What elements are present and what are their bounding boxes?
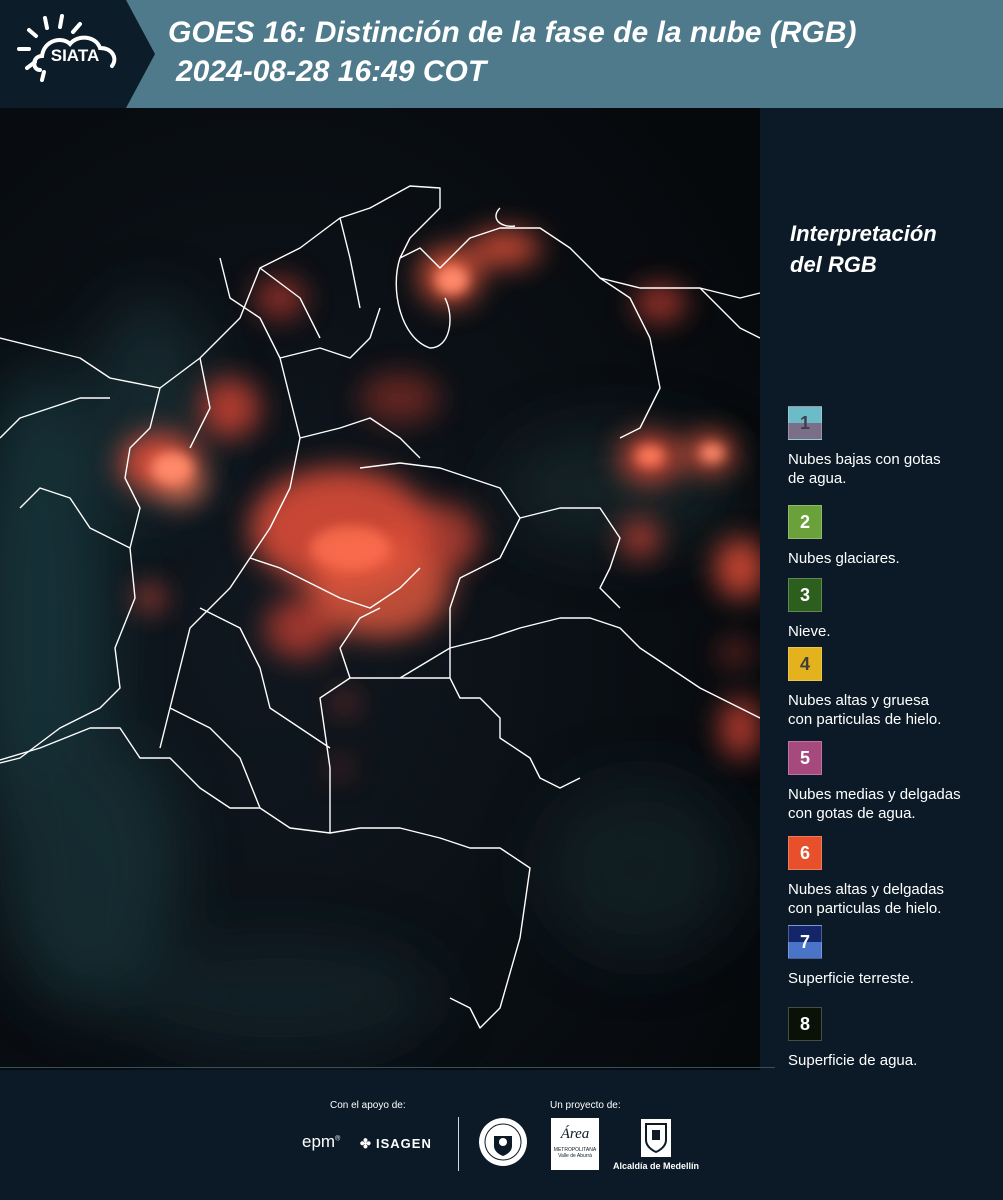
legend-swatch-number: 5 (799, 747, 810, 768)
project-label: Un proyecto de: (550, 1100, 621, 1111)
footer-separator (458, 1117, 459, 1171)
alcaldia-label: Alcaldía de Medellín (613, 1161, 700, 1171)
legend-item-label: Nubes bajas con gotas de agua. (788, 451, 941, 487)
legend-item-label: Nubes altas y delgadas con particulas de… (788, 881, 944, 917)
legend-swatch: 4 (788, 647, 822, 681)
legend-swatch-number: 8 (799, 1013, 810, 1034)
legend-item-label: Superficie de agua. (788, 1052, 918, 1069)
legend-item-8: 8 Superficie de agua. (788, 1007, 998, 1070)
legend-item-3: 3 Nieve. (788, 578, 998, 641)
legend-swatch: 8 (788, 1007, 822, 1041)
header-bar: SIATA GOES 16: Distinción de la fase de … (0, 0, 1003, 108)
legend-item-5: 5 Nubes medias y delgadas con gotas de ag… (788, 741, 998, 823)
legend-item-label: Superficie terreste. (788, 970, 914, 987)
siata-logo: SIATA (0, 0, 155, 108)
legend-title-line2: del RGB (790, 252, 877, 277)
isagen-mark-icon: ✤ (360, 1136, 371, 1151)
legend-item-label: Nubes glaciares. (788, 550, 900, 567)
legend-item-2: 2 Nubes glaciares. (788, 505, 998, 568)
footer-divider-line (0, 1067, 775, 1068)
page-title: GOES 16: Distinción de la fase de la nub… (168, 16, 857, 49)
legend-swatch-number: 1 (799, 412, 810, 433)
legend-swatch: 7 (788, 925, 822, 959)
logo-text: SIATA (51, 46, 99, 65)
footer: Con el apoyo de: Un proyecto de: epm® ✤ I… (0, 1067, 1003, 1200)
legend-swatch-number: 4 (799, 653, 810, 674)
legend-swatch: 6 (788, 836, 822, 870)
legend-swatch-number: 6 (799, 842, 810, 863)
isagen-logo: ✤ ISAGEN (360, 1136, 432, 1151)
legend-item-7: 7 Superficie terreste. (788, 925, 998, 988)
legend-swatch: 5 (788, 741, 822, 775)
legend-swatch-number: 7 (799, 931, 810, 952)
support-label: Con el apoyo de: (330, 1100, 406, 1111)
area-metropolitana-logo: Área METROPOLITANA Valle de Aburrá (551, 1118, 599, 1170)
legend-swatch: 3 (788, 578, 822, 612)
legend-title-line1: Interpretación (790, 221, 937, 246)
legend-panel: Interpretación del RGB 1 Nubes bajas con … (760, 108, 1003, 1070)
legend-item-1: 1 Nubes bajas con gotas de agua. (788, 406, 998, 488)
legend-swatch: 1 (788, 406, 822, 440)
legend-item-label: Nubes altas y gruesa con particulas de h… (788, 692, 942, 728)
legend-swatch-number: 3 (799, 584, 810, 605)
legend-item-label: Nieve. (788, 623, 831, 640)
legend-title: Interpretación del RGB (790, 218, 937, 280)
medellin-seal-icon (478, 1116, 528, 1173)
page-timestamp: 2024-08-28 16:49 COT (176, 55, 487, 88)
legend-item-label: Nubes medias y delgadas con gotas de agu… (788, 786, 961, 822)
legend-item-6: 6 Nubes altas y delgadas con particulas d… (788, 836, 998, 918)
legend-swatch-number: 2 (799, 511, 810, 532)
satellite-map (0, 108, 760, 1070)
legend-item-4: 4 Nubes altas y gruesa con particulas de … (788, 647, 998, 729)
legend-swatch: 2 (788, 505, 822, 539)
alcaldia-shield-icon (640, 1118, 672, 1163)
epm-logo: epm® (302, 1132, 341, 1151)
